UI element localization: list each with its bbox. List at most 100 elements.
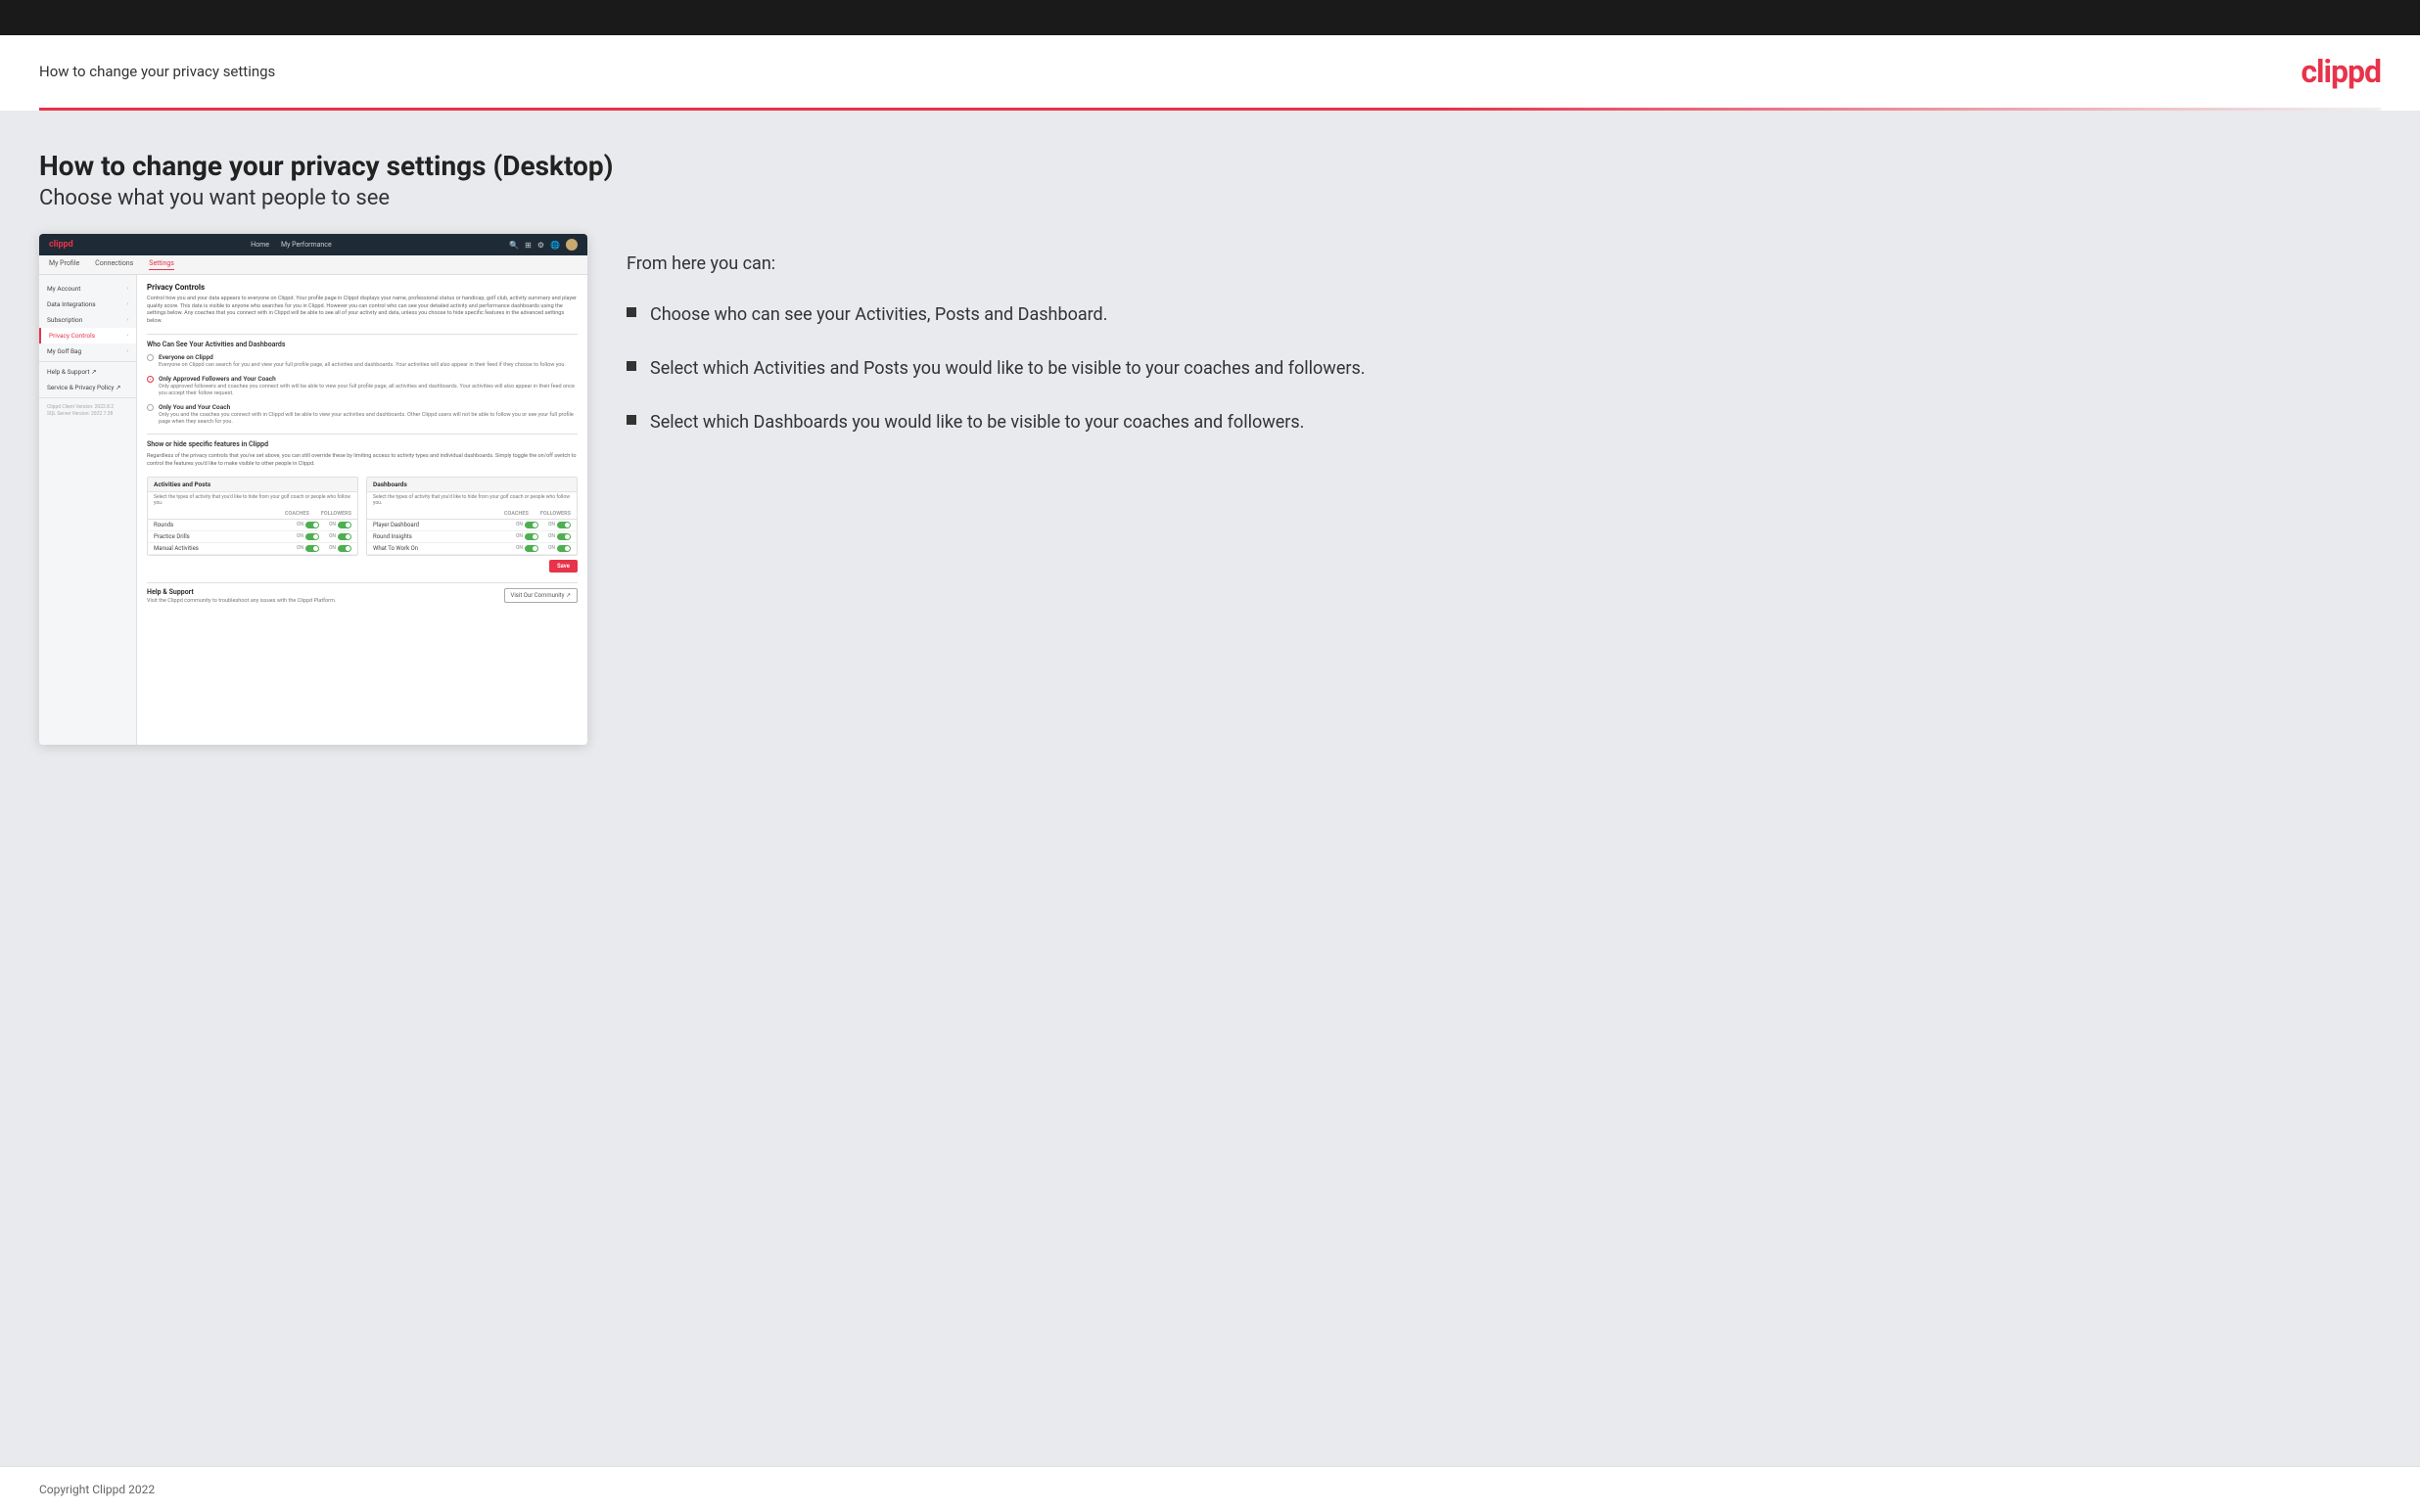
rounds-followers-toggle-btn[interactable] xyxy=(338,522,351,528)
main-heading-bold: How to change your privacy settings (Des… xyxy=(39,150,2381,182)
header: How to change your privacy settings clip… xyxy=(0,35,2420,108)
mockup-sidebar-myaccount[interactable]: My Account › xyxy=(39,281,136,297)
top-bar xyxy=(0,0,2420,35)
mockup-subnav-myprofile[interactable]: My Profile xyxy=(49,259,79,270)
toggle-row-rounds: Rounds ON ON xyxy=(148,520,357,531)
show-hide-desc: Regardless of the privacy controls that … xyxy=(147,453,578,468)
radio-circle-followers xyxy=(147,376,154,383)
show-hide-title: Show or hide specific features in Clippd xyxy=(147,440,578,448)
main-heading-light: Choose what you want people to see xyxy=(39,186,2381,210)
chevron-icon: › xyxy=(126,348,128,354)
rounds-coaches-toggle-btn[interactable] xyxy=(305,522,319,528)
bullet-item-3: Select which Dashboards you would like t… xyxy=(627,409,2381,435)
mockup-sidebar-mygolfbag[interactable]: My Golf Bag › xyxy=(39,344,136,359)
practice-followers-toggle[interactable]: ON xyxy=(329,533,351,540)
help-row: Help & Support Visit the Clippd communit… xyxy=(147,588,578,604)
manual-label: Manual Activities xyxy=(154,545,199,552)
sidebar-divider xyxy=(39,361,136,362)
manual-followers-toggle[interactable]: ON xyxy=(329,545,351,552)
activities-table-header: Activities and Posts xyxy=(148,478,357,492)
player-coaches-toggle-btn[interactable] xyxy=(525,522,538,528)
mockup-main-panel: Privacy Controls Control how you and you… xyxy=(137,275,587,745)
mockup-sidebar-subscription[interactable]: Subscription › xyxy=(39,312,136,328)
insights-followers-toggle[interactable]: ON xyxy=(548,533,571,540)
page-title: How to change your privacy settings xyxy=(39,63,275,80)
mockup-nav-home[interactable]: Home xyxy=(251,241,269,249)
visit-community-button[interactable]: Visit Our Community ↗ xyxy=(504,588,579,603)
mockup-logo: clippd xyxy=(49,240,73,250)
mockup-nav-icons: 🔍 ⊞ ⚙ 🌐 xyxy=(509,239,578,251)
mockup-globe-icon[interactable]: 🌐 xyxy=(550,241,560,250)
work-coaches-toggle-btn[interactable] xyxy=(525,545,538,552)
save-row: Save xyxy=(147,556,578,576)
mockup-nav-links: Home My Performance xyxy=(251,241,332,249)
bullet-item-1: Choose who can see your Activities, Post… xyxy=(627,301,2381,328)
bullet-text-2: Select which Activities and Posts you wo… xyxy=(650,355,1366,382)
radio-circle-coachonly xyxy=(147,404,154,411)
mockup-settings-icon[interactable]: ⚙ xyxy=(537,241,544,250)
chevron-icon: › xyxy=(126,301,128,307)
mockup-search-icon[interactable]: 🔍 xyxy=(509,241,519,250)
radio-circle-everyone xyxy=(147,354,154,361)
player-coaches-toggle[interactable]: ON xyxy=(516,522,538,528)
mockup-grid-icon[interactable]: ⊞ xyxy=(525,241,532,250)
followers-col-label: FOLLOWERS xyxy=(321,511,351,517)
help-desc: Visit the Clippd community to troublesho… xyxy=(147,598,336,604)
radio-coach-only[interactable]: Only You and Your Coach Only you and the… xyxy=(147,403,578,426)
mockup-body: My Account › Data Integrations › Subscri… xyxy=(39,275,587,745)
bullet-item-2: Select which Activities and Posts you wo… xyxy=(627,355,2381,382)
radio-desc-followers: Only approved followers and coaches you … xyxy=(159,384,578,397)
practice-followers-toggle-btn[interactable] xyxy=(338,533,351,540)
toggle-row-what-to-work-on: What To Work On ON ON xyxy=(367,543,577,555)
dashboards-table: Dashboards Select the types of activity … xyxy=(366,477,578,556)
radio-everyone[interactable]: Everyone on Clippd Everyone on Clippd ca… xyxy=(147,353,578,369)
manual-coaches-toggle-btn[interactable] xyxy=(305,545,319,552)
radio-desc-coachonly: Only you and the coaches you connect wit… xyxy=(159,412,578,426)
work-coaches-toggle[interactable]: ON xyxy=(516,545,538,552)
mockup-avatar[interactable] xyxy=(566,239,578,251)
save-button[interactable]: Save xyxy=(549,560,578,573)
dashboards-table-desc: Select the types of activity that you'd … xyxy=(367,492,577,509)
work-followers-toggle[interactable]: ON xyxy=(548,545,571,552)
radio-followers[interactable]: Only Approved Followers and Your Coach O… xyxy=(147,375,578,397)
help-section: Help & Support Visit the Clippd communit… xyxy=(147,582,578,609)
mockup-sidebar-dataintegrations[interactable]: Data Integrations › xyxy=(39,297,136,312)
section-divider-2 xyxy=(147,434,578,435)
sidebar-divider-2 xyxy=(39,397,136,398)
manual-followers-toggle-btn[interactable] xyxy=(338,545,351,552)
player-followers-toggle[interactable]: ON xyxy=(548,522,571,528)
bullet-marker-3 xyxy=(627,415,636,425)
rounds-controls: ON ON xyxy=(297,522,351,528)
coaches-col-label: COACHES xyxy=(285,511,309,517)
bullet-marker-2 xyxy=(627,361,636,371)
mockup-version-info: Clippd Client Version: 2022.8.2SQL Serve… xyxy=(39,400,136,422)
insights-coaches-toggle-btn[interactable] xyxy=(525,533,538,540)
toggle-row-practice: Practice Drills ON ON xyxy=(148,531,357,543)
mockup-sidebar: My Account › Data Integrations › Subscri… xyxy=(39,275,137,745)
insights-followers-toggle-btn[interactable] xyxy=(557,533,571,540)
radio-label-coachonly: Only You and Your Coach xyxy=(159,403,578,411)
mockup-nav-performance[interactable]: My Performance xyxy=(281,241,332,249)
mockup-sidebar-help[interactable]: Help & Support ↗ xyxy=(39,364,136,380)
mockup-subnav-settings[interactable]: Settings xyxy=(149,259,174,270)
insights-coaches-toggle[interactable]: ON xyxy=(516,533,538,540)
privacy-controls-desc: Control how you and your data appears to… xyxy=(147,296,578,326)
practice-coaches-toggle[interactable]: ON xyxy=(297,533,319,540)
radio-desc-everyone: Everyone on Clippd can search for you an… xyxy=(159,362,566,369)
app-mockup: clippd Home My Performance 🔍 ⊞ ⚙ 🌐 xyxy=(39,234,587,745)
player-followers-toggle-btn[interactable] xyxy=(557,522,571,528)
mockup-subnav-connections[interactable]: Connections xyxy=(95,259,133,270)
rounds-coaches-toggle[interactable]: ON xyxy=(297,522,319,528)
what-to-work-on-label: What To Work On xyxy=(373,545,418,552)
screenshot-column: clippd Home My Performance 🔍 ⊞ ⚙ 🌐 xyxy=(39,234,587,1466)
practice-coaches-toggle-btn[interactable] xyxy=(305,533,319,540)
chevron-icon: › xyxy=(126,317,128,323)
copyright-text: Copyright Clippd 2022 xyxy=(39,1483,155,1496)
radio-label-everyone: Everyone on Clippd xyxy=(159,353,566,361)
work-followers-toggle-btn[interactable] xyxy=(557,545,571,552)
rounds-followers-toggle[interactable]: ON xyxy=(329,522,351,528)
manual-coaches-toggle[interactable]: ON xyxy=(297,545,319,552)
mockup-subnav: My Profile Connections Settings xyxy=(39,255,587,275)
mockup-sidebar-privacy-policy[interactable]: Service & Privacy Policy ↗ xyxy=(39,380,136,395)
mockup-sidebar-privacycontrols[interactable]: Privacy Controls › xyxy=(39,328,136,344)
